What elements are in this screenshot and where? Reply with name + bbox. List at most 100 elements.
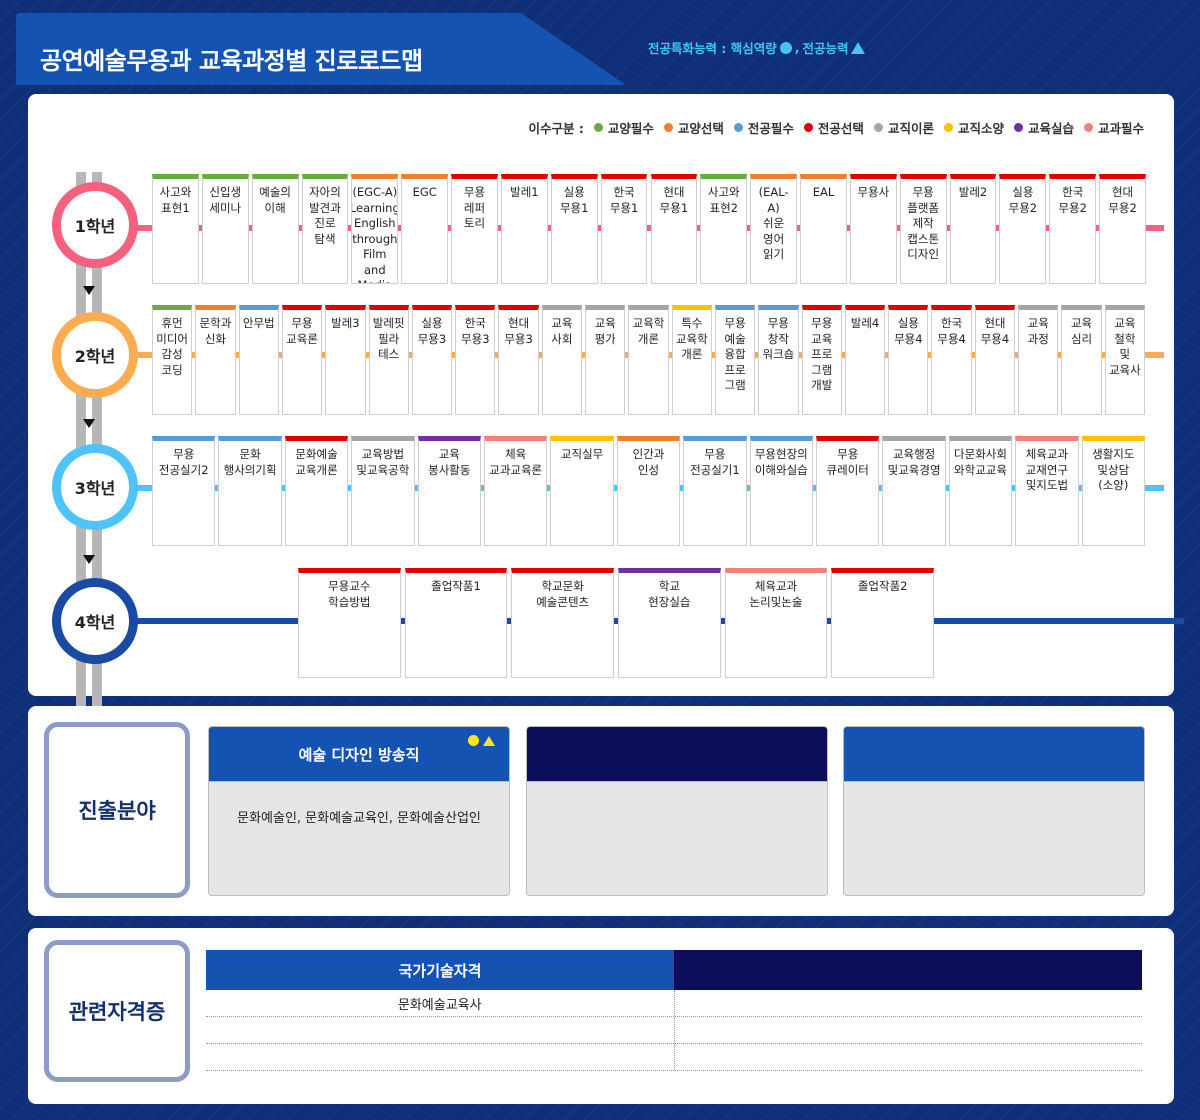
course-name-line: 이해와실습 (754, 462, 808, 477)
course-name-line: 현대 (984, 316, 1006, 330)
legend-label: 교직이론 (887, 121, 934, 136)
career-field-description (527, 782, 827, 807)
competency-marks (468, 735, 495, 746)
course-name-line: 진로 (314, 216, 336, 230)
course-card: 휴먼 미디어 감성 코딩 (152, 305, 193, 415)
course-name-line: 무용2 (1058, 200, 1087, 215)
course-name: 교육 평가 (595, 316, 616, 414)
course-name-line: 제작 (912, 216, 934, 230)
course-name: 발레1 (510, 185, 538, 283)
course-name-line: 교육론 (286, 331, 318, 346)
course-card: 생활지도 및상담 (소양) (1081, 436, 1145, 546)
course-name: 실용 무용4 (894, 316, 922, 414)
course-card: 무용교수 학습방법 (298, 568, 401, 678)
year-badge: 1학년 (52, 182, 138, 268)
course-card: 인간과 인성 (616, 436, 681, 546)
career-field-title: 예술 디자인 방송직 (209, 727, 509, 782)
course-card: 학교문화 예술콘텐츠 (511, 568, 614, 678)
legend-dot-icon (593, 123, 603, 132)
course-card: 사고와 표현2 (700, 174, 748, 284)
course-name-line: (소양) (1098, 478, 1129, 492)
certification-header-cell: 국가기술자격 (206, 950, 674, 990)
course-card: 체육교과 교재연구 및지도법 (1015, 436, 1079, 546)
course-name-line: 발레4 (850, 316, 880, 330)
course-name-line: 무용 (704, 447, 726, 461)
roadmap-panel: 이수구분 : 교양필수 교양선택 전공필수 전공선택 교직이론 교직소양 교육실습 교과필수 … (28, 94, 1184, 770)
course-card: 교육 철학 및 교육사 (1104, 305, 1145, 415)
career-field-box: 예술 디자인 방송직 문화예술인, 문화예술교육인, 문화예술산업인 (208, 726, 510, 896)
triangle-icon (851, 41, 866, 54)
course-name: 문화 행사의기획 (224, 447, 277, 545)
table-row (206, 1017, 1142, 1044)
course-card: 교육 사회 (541, 305, 583, 415)
course-card: 무용 전공실기2 (152, 436, 216, 546)
course-name-line: 무용2 (1108, 200, 1137, 215)
course-card: 교직실무 (550, 436, 614, 546)
legend-label: 교직소양 (957, 121, 1004, 136)
course-name-line: 교육 (594, 316, 616, 330)
course-name-line: 무용사 (857, 185, 890, 199)
course-name-line: 학교 (658, 579, 680, 593)
course-name: 졸업작품1 (431, 579, 481, 677)
course-name-line: 무용3 (461, 331, 490, 346)
course-card: 발레2 (949, 174, 997, 284)
course-name-line: 무용 (291, 316, 313, 330)
course-card: 무용 플랫폼 제작 캡스톤 디자인 (899, 174, 947, 284)
course-name-line: 실용 (563, 185, 585, 199)
course-name-line: 무용 (724, 316, 746, 330)
course-name: 무용 예술 융합 프로 그램 (725, 316, 746, 414)
course-card: 한국 무용2 (1049, 174, 1097, 284)
course-name: 무용 전공실기1 (690, 447, 740, 545)
course-type-legend: 이수구분 : 교양필수 교양선택 전공필수 전공선택 교직이론 교직소양 교육실습 교과필수 (529, 118, 1144, 137)
course-name-line: 표현1 (161, 200, 190, 215)
course-name-line: 실용 (897, 316, 919, 330)
course-name: 학교 현장실습 (648, 579, 690, 677)
course-name: 무용 교육론 (286, 316, 318, 414)
course-name-line: 프로 (811, 347, 833, 361)
course-card: 체육 교과교육론 (484, 436, 548, 546)
course-name-line: 행사의기획 (223, 462, 277, 477)
course-name-line: 필라 (378, 331, 400, 346)
major-competency-label: 전공능력 (802, 41, 849, 56)
course-name: 무용 레퍼 토리 (464, 185, 485, 283)
course-card: 한국 무용4 (931, 305, 972, 415)
course-card: 한국 무용3 (455, 305, 496, 415)
course-card: 현대 무용3 (498, 305, 539, 415)
certification-cell (673, 1044, 1143, 1070)
circle-icon (779, 41, 792, 54)
course-name: 사고와 표현1 (160, 185, 192, 283)
course-card: 신입생 세미나 (201, 174, 249, 284)
career-field-title (844, 727, 1144, 782)
legend-item: 교직소양 (943, 118, 1004, 137)
course-name-line: 휴먼 (161, 316, 183, 330)
course-name-line: EGC (412, 185, 437, 199)
course-name: 무용현장의 이해와실습 (755, 447, 808, 545)
course-card: 안무법 (238, 305, 279, 415)
legend-label: 교육실습 (1027, 121, 1074, 136)
course-card: 무용 교육 프로 그램 개발 (801, 305, 842, 415)
course-name-line: 특수 (681, 316, 703, 330)
course-name-line: 무용1 (659, 200, 689, 215)
course-name: 졸업작품2 (858, 579, 908, 677)
course-name-line: 안무법 (242, 316, 275, 330)
course-name-line: 탐색 (314, 231, 336, 246)
course-name: EGC (413, 185, 437, 283)
course-card: (EAL-A) 쉬운 영어 읽기 (750, 174, 798, 284)
course-name-line: 인성 (637, 462, 660, 477)
course-name-line: 워크숍 (762, 347, 795, 361)
course-name-line: 현대 (663, 185, 685, 199)
course-name: 무용 전공실기2 (159, 447, 209, 545)
course-name: 신입생 세미나 (209, 185, 241, 283)
course-card: 실용 무용3 (411, 305, 453, 415)
course-name-line: 학교문화 (541, 579, 584, 593)
course-name-line: 세미나 (209, 200, 242, 215)
course-name-line: 발레1 (510, 185, 539, 199)
course-name-line: 신입생 (209, 185, 242, 199)
course-name-line: 와학교교육 (954, 462, 1007, 477)
course-name-line: 실용 (421, 316, 443, 330)
legend-label: 교양필수 (607, 121, 654, 136)
legend-dot-icon (803, 123, 813, 132)
arrow-down-icon (83, 555, 95, 564)
course-name-line: 학습방법 (328, 594, 371, 609)
course-name: 체육 교과교육론 (489, 447, 542, 545)
